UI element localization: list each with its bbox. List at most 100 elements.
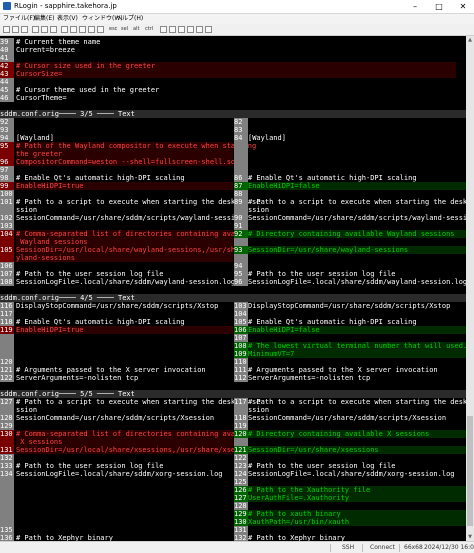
scroll-up-icon[interactable]: ▲ — [466, 36, 474, 44]
terminal-line: 136 # Path to Xephyr binary 132 # Path to X… — [0, 534, 466, 541]
line-number: 96 — [234, 278, 248, 286]
left-code-text — [16, 190, 233, 198]
line-number: 111 — [234, 366, 248, 374]
right-code-text — [248, 334, 466, 342]
keyboard-icon[interactable] — [79, 26, 86, 33]
line-number — [0, 238, 14, 246]
settings-icon[interactable] — [70, 26, 77, 33]
cut-icon[interactable] — [32, 26, 39, 33]
right-code-text — [248, 238, 466, 246]
scroll-thumb[interactable] — [467, 416, 473, 526]
open-icon[interactable] — [12, 26, 19, 33]
right-code-text — [248, 358, 466, 366]
left-code-text — [16, 222, 233, 230]
find-icon[interactable] — [61, 26, 68, 33]
code-text: Current=breeze — [16, 46, 76, 54]
line-number: 109 — [234, 350, 248, 358]
split-icon[interactable] — [169, 26, 176, 33]
save-icon[interactable] — [21, 26, 28, 33]
terminal-line: 43 CursorSize= — [0, 70, 466, 78]
terminal-line: 107 — [0, 334, 466, 342]
terminal-line: 109 MinimumVT=7 — [0, 350, 466, 358]
left-code-text: ssion — [16, 206, 38, 214]
broadcast-icon[interactable] — [160, 26, 167, 33]
line-number — [0, 206, 14, 214]
tab-icon[interactable] — [178, 26, 185, 33]
line-number — [234, 158, 248, 166]
print-icon[interactable] — [88, 26, 95, 33]
toolbar: esc sel alt ctrl — [0, 24, 474, 36]
line-number: 128 — [234, 502, 248, 510]
right-code-text: XauthPath=/usr/bin/xauth — [248, 518, 466, 526]
sel-key-button[interactable]: sel — [121, 24, 128, 35]
status-bar: SSH Connect 66x68 2024/12/30 16:02 — [0, 541, 474, 553]
terminal-line: 106 94 — [0, 262, 466, 270]
terminal-line: 42 # Cursor size used in the greeter — [0, 62, 466, 70]
menu-view[interactable]: 表示(V) — [57, 14, 78, 24]
ctrl-key-button[interactable]: ctrl — [145, 24, 153, 35]
left-code-text — [16, 494, 233, 502]
scrollbar[interactable]: ▲ ▼ — [466, 36, 474, 541]
right-code-text — [248, 142, 466, 150]
line-number: 89 — [234, 198, 248, 206]
terminal-screen[interactable]: 39 # Current theme name 40 Current=breeze 41… — [0, 36, 466, 541]
line-number: 97 — [0, 166, 14, 174]
line-number: 127 — [234, 494, 248, 502]
line-number: 90 — [234, 214, 248, 222]
line-number: 132 — [234, 534, 248, 541]
line-number — [234, 206, 248, 214]
copy-icon[interactable] — [41, 26, 48, 33]
scroll-down-icon[interactable]: ▼ — [466, 533, 474, 541]
left-code-text: # Path to a script to execute when start… — [16, 198, 261, 206]
right-code-text: MinimumVT=7 — [248, 350, 466, 358]
left-code-text — [16, 342, 233, 350]
status-datetime: 2024/12/30 16:02 — [424, 544, 474, 551]
right-code-text: # Directory containing available X sessi… — [248, 430, 466, 438]
line-number — [234, 238, 248, 246]
line-number: 92 — [234, 230, 248, 238]
left-code-text: yland-sessions — [16, 254, 233, 262]
color-icon[interactable] — [196, 26, 203, 33]
log-icon[interactable] — [205, 26, 212, 33]
line-number: 128 — [0, 414, 14, 422]
line-number: 119 — [234, 422, 248, 430]
maximize-button[interactable]: □ — [428, 0, 450, 13]
line-number: 83 — [234, 126, 248, 134]
line-number: 129 — [234, 510, 248, 518]
esc-key-button[interactable]: esc — [109, 24, 117, 35]
left-code-text — [16, 454, 233, 462]
line-number: 93 — [0, 126, 14, 134]
left-code-text: EnableHiDPI=true — [16, 326, 233, 334]
left-code-text: # Enable Qt's automatic high-DPI scaling — [16, 174, 185, 182]
terminal-line: 44 — [0, 78, 466, 86]
help-icon[interactable] — [97, 26, 104, 33]
terminal-line: 101 # Path to a script to execute when st… — [0, 198, 466, 206]
new-connection-icon[interactable] — [3, 26, 10, 33]
right-code-text: SessionCommand=/usr/share/sddm/scripts/X… — [248, 414, 447, 422]
left-code-text: X sessions — [16, 438, 233, 446]
right-code-text — [248, 166, 466, 174]
right-code-text — [248, 158, 466, 166]
line-number — [234, 406, 248, 414]
minimize-button[interactable]: – — [404, 0, 426, 13]
menu-file[interactable]: ファイル(F) — [3, 14, 35, 24]
line-number: 117 — [0, 310, 14, 318]
left-code-text — [16, 334, 233, 342]
font-icon[interactable] — [187, 26, 194, 33]
terminal-line: 97 — [0, 166, 466, 174]
status-separator — [362, 544, 363, 552]
terminal-line: yland-sessions — [0, 254, 466, 262]
close-button[interactable]: ✕ — [452, 0, 474, 13]
terminal-line: X sessions — [0, 438, 466, 446]
line-number — [0, 342, 14, 350]
menu-help[interactable]: ヘルプ(H) — [116, 14, 143, 24]
paste-icon[interactable] — [50, 26, 57, 33]
menu-edit[interactable]: 編集(E) — [34, 14, 54, 24]
right-code-text: # Path to the user session log file — [248, 462, 396, 470]
alt-key-button[interactable]: alt — [133, 24, 139, 35]
line-number: 96 — [0, 158, 14, 166]
right-code-text: ServerArguments=-nolisten tcp — [248, 374, 371, 382]
right-code-text: # Path to the user session log file — [248, 270, 396, 278]
line-number — [0, 150, 14, 158]
